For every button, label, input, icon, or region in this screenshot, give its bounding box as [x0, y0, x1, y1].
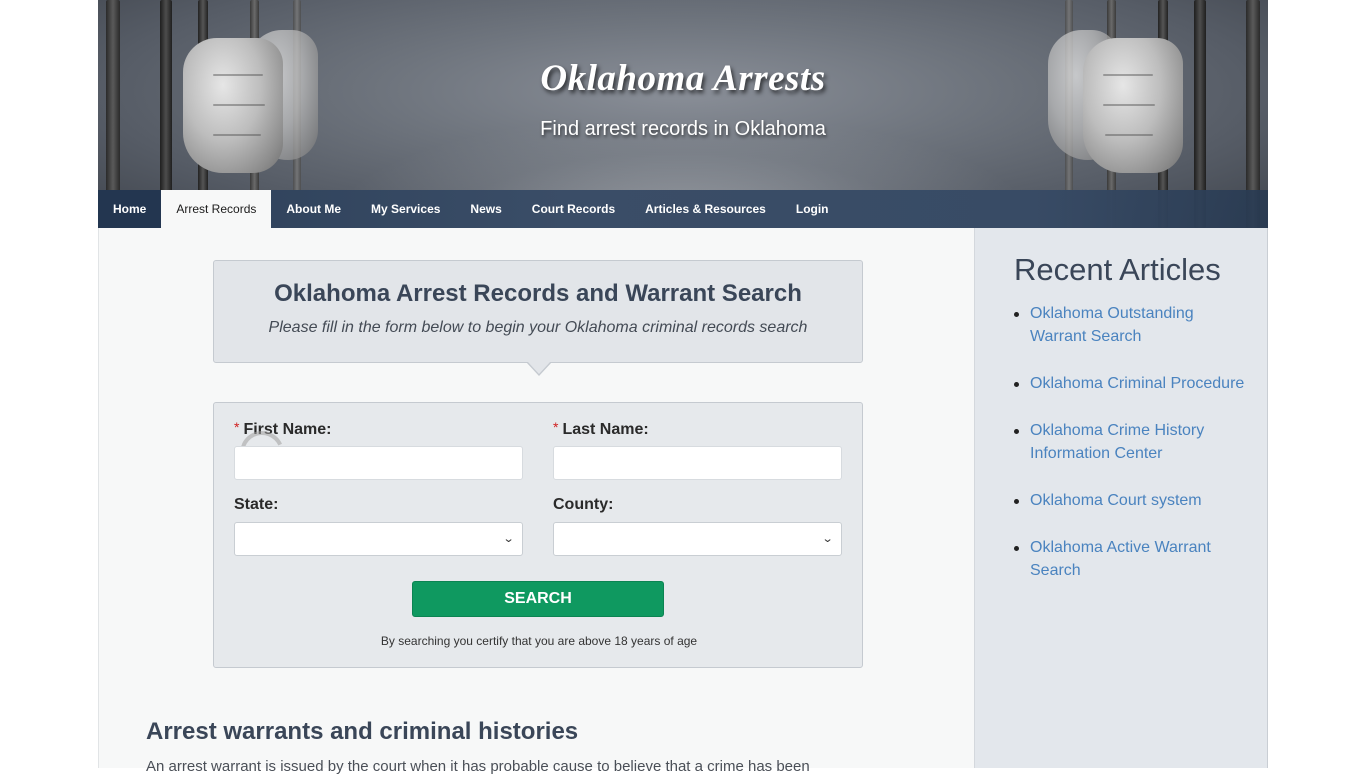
site-title[interactable]: Oklahoma Arrests	[98, 57, 1268, 100]
chevron-down-icon: ⌄	[502, 533, 515, 545]
search-callout-subtitle: Please fill in the form below to begin y…	[268, 319, 808, 336]
nav-item-login[interactable]: Login	[781, 190, 844, 228]
required-marker: *	[553, 419, 559, 435]
state-select[interactable]: ⌄	[234, 522, 523, 556]
list-item: Oklahoma Crime History Information Cente…	[1014, 419, 1254, 465]
recent-article-link[interactable]: Oklahoma Outstanding Warrant Search	[1030, 305, 1194, 345]
nav-item-home[interactable]: Home	[98, 190, 162, 228]
nav-item-articles-resources[interactable]: Articles & Resources	[630, 190, 781, 228]
recent-article-link[interactable]: Oklahoma Crime History Information Cente…	[1030, 422, 1204, 462]
search-callout: Oklahoma Arrest Records and Warrant Sear…	[213, 260, 863, 363]
nav-item-news[interactable]: News	[455, 190, 516, 228]
age-disclaimer: By searching you certify that you are ab…	[380, 634, 698, 648]
county-select[interactable]: ⌄	[553, 522, 842, 556]
required-marker: *	[234, 419, 240, 435]
last-name-label: * Last Name:	[553, 419, 649, 438]
chevron-down-icon: ⌄	[821, 533, 834, 545]
callout-pointer	[526, 361, 552, 376]
sidebar: Recent Articles Oklahoma Outstanding War…	[974, 228, 1268, 768]
first-name-input[interactable]	[234, 446, 523, 480]
state-label: State:	[234, 496, 279, 513]
nav-item-about-me[interactable]: About Me	[271, 190, 356, 228]
article-heading: Arrest warrants and criminal histories	[146, 718, 579, 745]
county-label: County:	[553, 496, 614, 513]
last-name-input[interactable]	[553, 446, 842, 480]
recent-articles-list: Oklahoma Outstanding Warrant Search Okla…	[1014, 302, 1254, 606]
list-item: Oklahoma Outstanding Warrant Search	[1014, 302, 1254, 348]
page: Oklahoma Arrests Find arrest records in …	[98, 0, 1268, 775]
nav-item-my-services[interactable]: My Services	[356, 190, 455, 228]
list-item: Oklahoma Court system	[1014, 489, 1254, 512]
search-form: * First Name: * Last Name: State: ⌄ County…	[213, 402, 863, 668]
site-tagline: Find arrest records in Oklahoma	[540, 118, 826, 140]
nav-item-arrest-records[interactable]: Arrest Records	[161, 190, 272, 228]
list-item: Oklahoma Criminal Procedure	[1014, 372, 1254, 395]
recent-article-link[interactable]: Oklahoma Criminal Procedure	[1030, 375, 1244, 392]
nav-item-court-records[interactable]: Court Records	[517, 190, 630, 228]
list-item: Oklahoma Active Warrant Search	[1014, 536, 1254, 582]
recent-articles-title: Recent Articles	[1014, 252, 1221, 287]
article-intro: An arrest warrant is issued by the court…	[146, 758, 810, 775]
recent-article-link[interactable]: Oklahoma Court system	[1030, 492, 1202, 509]
search-callout-title: Oklahoma Arrest Records and Warrant Sear…	[274, 280, 802, 307]
main-content: Oklahoma Arrest Records and Warrant Sear…	[98, 228, 974, 775]
recent-article-link[interactable]: Oklahoma Active Warrant Search	[1030, 539, 1211, 579]
search-button[interactable]: SEARCH	[412, 581, 664, 617]
main-nav: Home Arrest Records About Me My Services…	[98, 190, 1268, 228]
